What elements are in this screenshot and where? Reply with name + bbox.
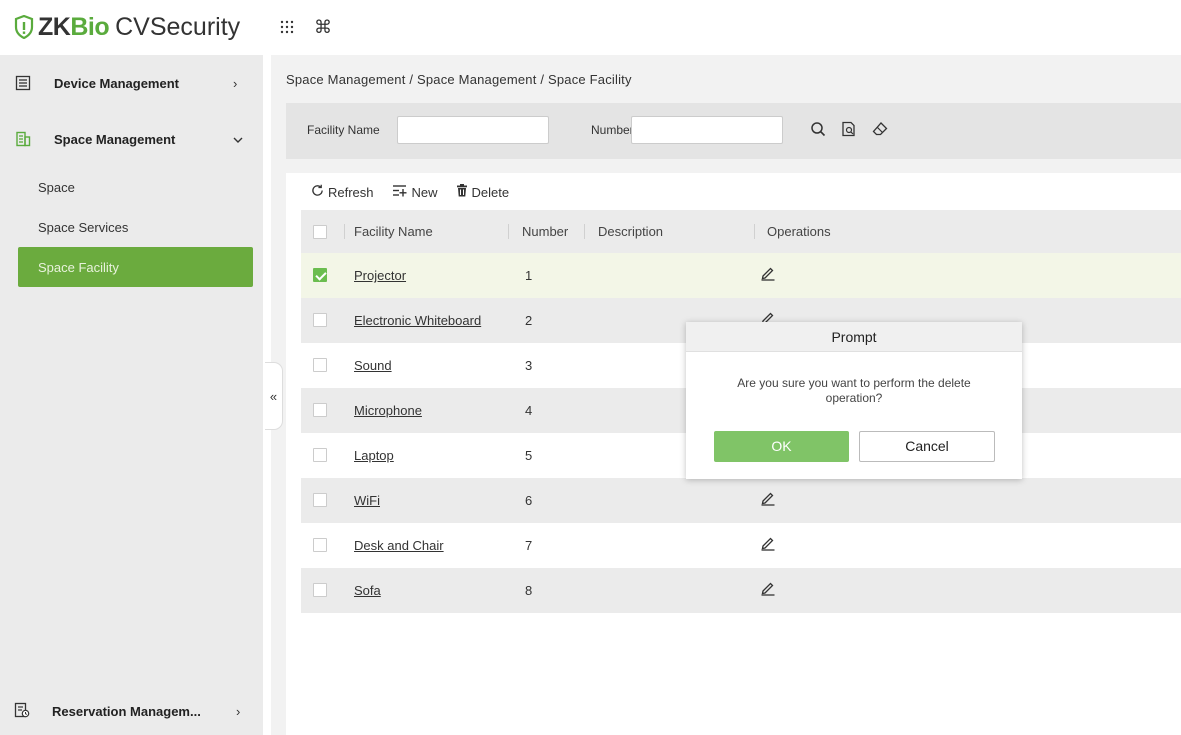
facility-name-link[interactable]: Sofa xyxy=(354,583,381,598)
sidebar-item-space[interactable]: Space xyxy=(0,167,263,207)
chevron-right-icon: › xyxy=(233,75,238,91)
confirm-dialog: Prompt Are you sure you want to perform … xyxy=(686,322,1022,479)
facility-name-link[interactable]: Sound xyxy=(354,358,392,373)
facility-number: 3 xyxy=(525,358,533,373)
cancel-button[interactable]: Cancel xyxy=(859,431,995,462)
chevron-down-icon xyxy=(233,132,243,147)
row-checkbox[interactable] xyxy=(313,448,327,462)
table-row[interactable]: Projector 1 xyxy=(301,253,1181,298)
brand-zk: ZK xyxy=(38,12,71,41)
facility-number: 5 xyxy=(525,448,533,463)
sidebar-collapse-handle[interactable]: « xyxy=(265,362,283,430)
refresh-label: Refresh xyxy=(328,184,374,200)
new-label: New xyxy=(411,184,438,200)
sidebar: Device Management › Space Management Spa… xyxy=(0,55,263,735)
row-checkbox[interactable] xyxy=(313,313,327,327)
search-panel: Facility Name Number xyxy=(286,103,1181,159)
sidebar-item-space-facility[interactable]: Space Facility xyxy=(18,247,253,287)
ok-button[interactable]: OK xyxy=(714,431,849,462)
search-icon[interactable] xyxy=(807,116,829,142)
product-name: CVSecurity xyxy=(115,12,241,41)
facility-number: 2 xyxy=(525,313,533,328)
table-header: Facility Name Number Description Operati… xyxy=(301,210,1181,253)
row-checkbox[interactable] xyxy=(313,583,327,597)
dialog-message: Are you sure you want to perform the del… xyxy=(737,376,971,405)
column-separator xyxy=(754,224,755,239)
edit-icon[interactable] xyxy=(760,490,778,508)
facility-name-link[interactable]: Electronic Whiteboard xyxy=(354,313,481,328)
sidebar-item-label: Reservation Managem... xyxy=(52,703,201,719)
sidebar-item-device-management[interactable]: Device Management › xyxy=(0,55,263,111)
command-icon[interactable]: ⌘ xyxy=(312,16,334,38)
facility-name-link[interactable]: WiFi xyxy=(354,493,380,508)
edit-icon[interactable] xyxy=(760,535,778,553)
facility-name-link[interactable]: Microphone xyxy=(354,403,422,418)
refresh-button[interactable]: Refresh xyxy=(311,184,374,200)
brand-bio: Bio xyxy=(70,12,110,41)
facility-number: 4 xyxy=(525,403,533,418)
table-row[interactable]: WiFi 6 xyxy=(301,478,1181,523)
column-separator xyxy=(584,224,585,239)
facility-number: 7 xyxy=(525,538,533,553)
facility-name-link[interactable]: Laptop xyxy=(354,448,394,463)
new-button[interactable]: New xyxy=(392,184,438,200)
sidebar-item-space-management[interactable]: Space Management xyxy=(0,111,263,167)
grid-icon[interactable] xyxy=(276,16,298,38)
edit-icon[interactable] xyxy=(760,265,778,283)
edit-icon[interactable] xyxy=(760,580,778,598)
sidebar-item-label: Space Management xyxy=(54,131,176,147)
facility-number: 1 xyxy=(525,268,533,283)
facility-name-link[interactable]: Projector xyxy=(354,268,406,283)
building-icon xyxy=(14,130,32,148)
header-number[interactable]: Number xyxy=(522,224,568,239)
header-operations: Operations xyxy=(767,224,831,239)
column-separator xyxy=(344,224,345,239)
table-row[interactable]: Desk and Chair 7 xyxy=(301,523,1181,568)
sidebar-item-label: Device Management xyxy=(54,75,179,91)
header-facility-name[interactable]: Facility Name xyxy=(354,224,433,239)
delete-label: Delete xyxy=(471,184,510,200)
trash-icon xyxy=(456,184,468,200)
chevron-right-icon: › xyxy=(236,703,241,719)
double-chevron-left-icon: « xyxy=(269,388,278,404)
facility-name-label: Facility Name xyxy=(307,123,380,137)
header-description[interactable]: Description xyxy=(598,224,663,239)
row-checkbox[interactable] xyxy=(313,358,327,372)
reservation-icon xyxy=(14,702,30,721)
facility-name-input[interactable] xyxy=(397,116,549,144)
row-checkbox[interactable] xyxy=(313,268,327,282)
breadcrumb: Space Management / Space Management / Sp… xyxy=(286,72,632,87)
number-input[interactable] xyxy=(631,116,783,144)
device-icon xyxy=(14,74,32,92)
table-row[interactable]: Sofa 8 xyxy=(301,568,1181,613)
grid-icon-glyph xyxy=(280,20,294,34)
brand-name: ZKBio xyxy=(38,12,110,42)
number-label: Number xyxy=(591,123,634,137)
column-separator xyxy=(508,224,509,239)
delete-button[interactable]: Delete xyxy=(456,184,510,200)
row-checkbox[interactable] xyxy=(313,493,327,507)
dialog-title: Prompt xyxy=(686,322,1022,352)
row-checkbox[interactable] xyxy=(313,538,327,552)
eraser-icon[interactable] xyxy=(869,116,891,142)
facility-number: 6 xyxy=(525,493,533,508)
toolbar: Refresh New Delete xyxy=(311,184,527,200)
app-logo: ZKBio CVSecurity xyxy=(14,10,240,44)
row-checkbox[interactable] xyxy=(313,403,327,417)
advanced-search-icon[interactable] xyxy=(838,116,860,142)
top-bar: ZKBio CVSecurity ⌘ xyxy=(0,0,1181,55)
refresh-icon xyxy=(311,184,324,200)
shield-logo-icon xyxy=(14,15,34,39)
sidebar-item-space-services[interactable]: Space Services xyxy=(0,207,263,247)
sidebar-item-reservation-management[interactable]: Reservation Managem... › xyxy=(0,687,263,735)
facility-number: 8 xyxy=(525,583,533,598)
add-list-icon xyxy=(392,184,408,200)
facility-name-link[interactable]: Desk and Chair xyxy=(354,538,444,553)
select-all-checkbox[interactable] xyxy=(313,225,327,239)
